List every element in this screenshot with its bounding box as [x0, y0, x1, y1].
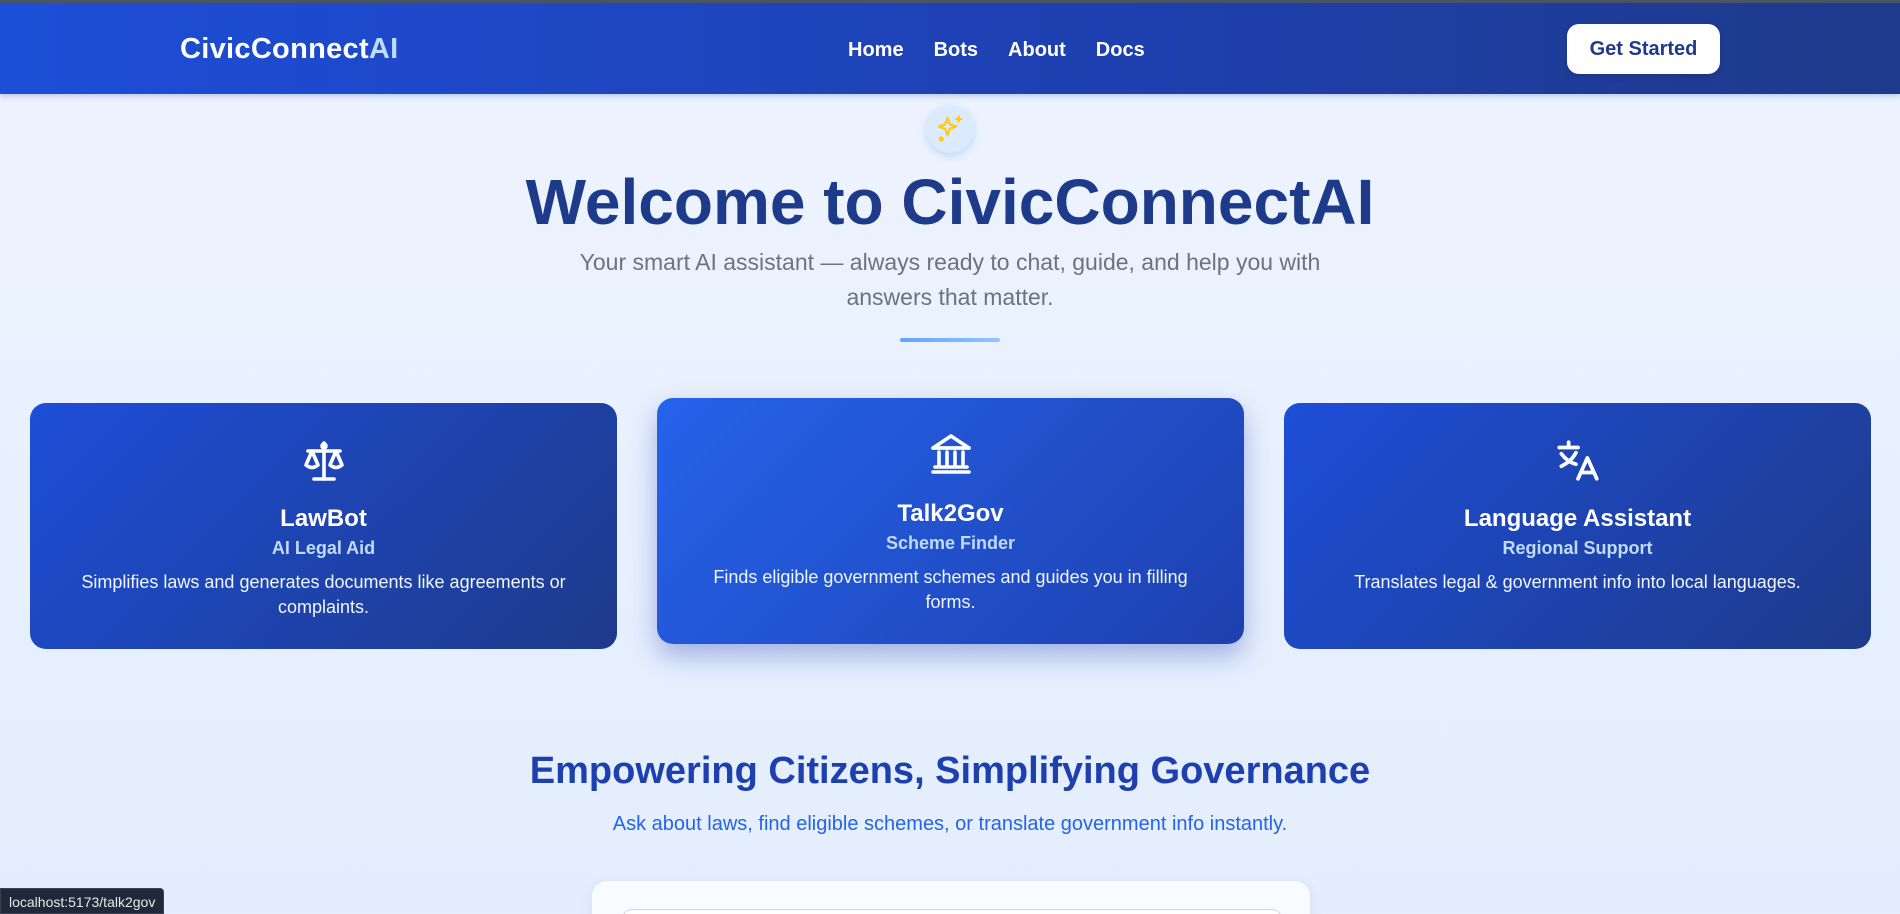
nav-link-home[interactable]: Home: [848, 39, 904, 62]
nav-link-docs[interactable]: Docs: [1096, 39, 1145, 62]
hero-divider: [900, 338, 1000, 342]
card-subtitle: Regional Support: [1502, 538, 1653, 558]
get-started-button[interactable]: Get Started: [1567, 24, 1720, 74]
brand-logo[interactable]: CivicConnectAI: [180, 33, 399, 66]
nav-link-bots[interactable]: Bots: [934, 39, 978, 62]
nav-links: Home Bots About Docs: [848, 39, 1145, 62]
card-description: Finds eligible government schemes and gu…: [713, 567, 1188, 612]
hero-badge: [926, 105, 974, 153]
card-icon-wrap: [657, 430, 1244, 478]
translate-icon: [1556, 440, 1599, 481]
navbar: CivicConnectAI Home Bots About Docs Get …: [0, 3, 1900, 94]
section-subtitle: Ask about laws, find eligible schemes, o…: [612, 813, 1288, 835]
card-subtitle: AI Legal Aid: [271, 538, 376, 558]
card-description: Simplifies laws and generates documents …: [81, 572, 566, 617]
brand-name: CivicConnect: [180, 33, 369, 65]
nav-link-about[interactable]: About: [1008, 39, 1066, 62]
card-title: LawBot: [280, 505, 367, 532]
card-talk2gov[interactable]: Talk2Gov Scheme Finder Finds eligible go…: [657, 398, 1244, 644]
card-description: Translates legal & government info into …: [1354, 572, 1801, 592]
brand-ai-suffix: AI: [368, 33, 399, 65]
card-title: Language Assistant: [1463, 505, 1692, 532]
sparkles-icon: [937, 115, 963, 142]
landmark-icon: [930, 434, 971, 474]
chat-input[interactable]: [622, 909, 1282, 914]
card-subtitle: Scheme Finder: [885, 533, 1016, 553]
section-title: Empowering Citizens, Simplifying Governa…: [529, 750, 1371, 792]
card-icon-wrap: [30, 437, 617, 485]
chat-panel: [591, 880, 1311, 914]
card-lawbot[interactable]: LawBot AI Legal Aid Simplifies laws and …: [30, 403, 617, 649]
scale-icon: [303, 441, 344, 481]
hero-title: Welcome to CivicConnectAI: [525, 166, 1375, 238]
card-language-assistant[interactable]: Language Assistant Regional Support Tran…: [1284, 403, 1871, 649]
card-title: Talk2Gov: [897, 500, 1004, 527]
card-icon-wrap: [1284, 435, 1871, 485]
status-bar-url: localhost:5173/talk2gov: [0, 888, 165, 914]
hero-subtitle: Your smart AI assistant — always ready t…: [579, 249, 1321, 310]
